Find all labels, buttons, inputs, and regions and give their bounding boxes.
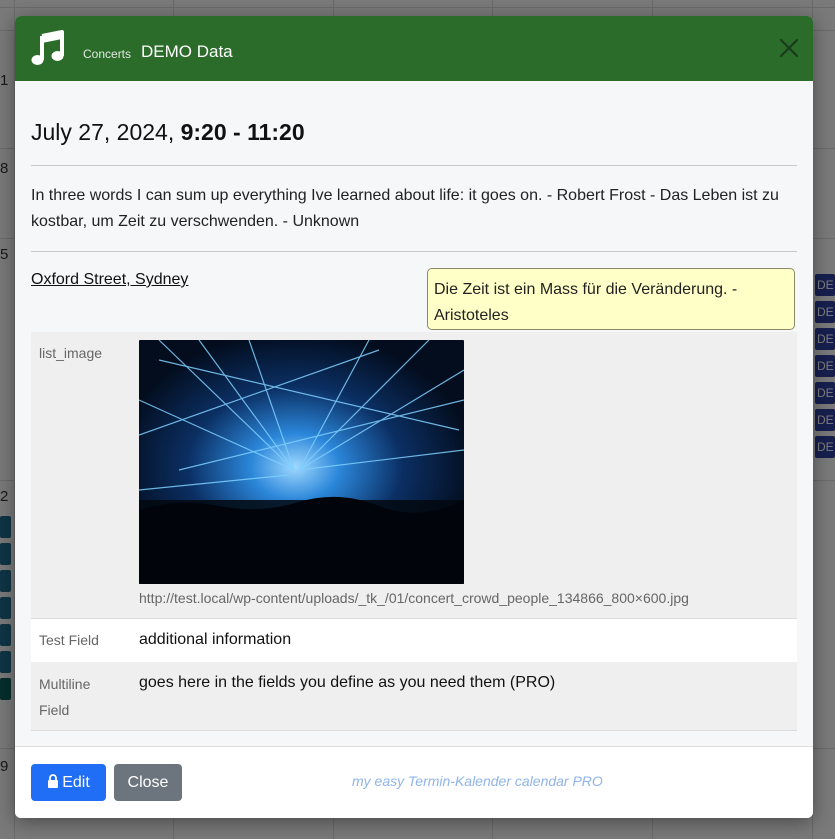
- event-time: 9:20 - 11:20: [180, 119, 305, 145]
- lock-icon: [48, 774, 59, 788]
- edit-button-label: Edit: [62, 774, 90, 791]
- event-location-link[interactable]: Oxford Street, Sydney: [31, 271, 188, 289]
- field-value: goes here in the fields you define as yo…: [139, 674, 556, 691]
- event-category: Concerts: [83, 47, 132, 61]
- image-url-text: http://test.local/wp-content/uploads/_tk…: [139, 590, 689, 606]
- edit-button[interactable]: Edit: [31, 764, 106, 801]
- tooltip: Die Zeit ist ein Mass für die Veränderun…: [427, 268, 795, 330]
- event-date: July 27, 2024,: [31, 119, 175, 145]
- field-row-list-image: list_image http://test.local/wp-content/…: [31, 332, 797, 618]
- modal-footer: Edit Close my easy Termin-Kalender calen…: [15, 746, 813, 818]
- divider: [31, 165, 797, 166]
- field-row-test-field: Test Field additional information: [31, 618, 797, 663]
- modal-header: Concerts DEMO Data: [15, 16, 813, 81]
- concert-image: [139, 340, 464, 584]
- modal-title: DEMO Data: [141, 42, 233, 61]
- brand-text: my easy Termin-Kalender calendar PRO: [352, 773, 603, 789]
- field-label: Test Field: [39, 632, 99, 648]
- field-label: list_image: [39, 345, 103, 361]
- field-row-multiline-field: Multiline Field goes here in the fields …: [31, 662, 797, 731]
- field-value: additional information: [139, 631, 292, 648]
- close-button[interactable]: Close: [114, 764, 182, 801]
- event-description: In three words I can sum up everything I…: [31, 187, 779, 230]
- close-icon[interactable]: [779, 38, 799, 58]
- event-detail-modal: Concerts DEMO Data July 27, 2024, 9:20 -…: [15, 16, 813, 818]
- divider: [31, 251, 797, 252]
- field-label: Multiline Field: [39, 676, 91, 718]
- event-datetime: July 27, 2024, 9:20 - 11:20: [31, 119, 305, 146]
- music-note-icon: [31, 30, 64, 65]
